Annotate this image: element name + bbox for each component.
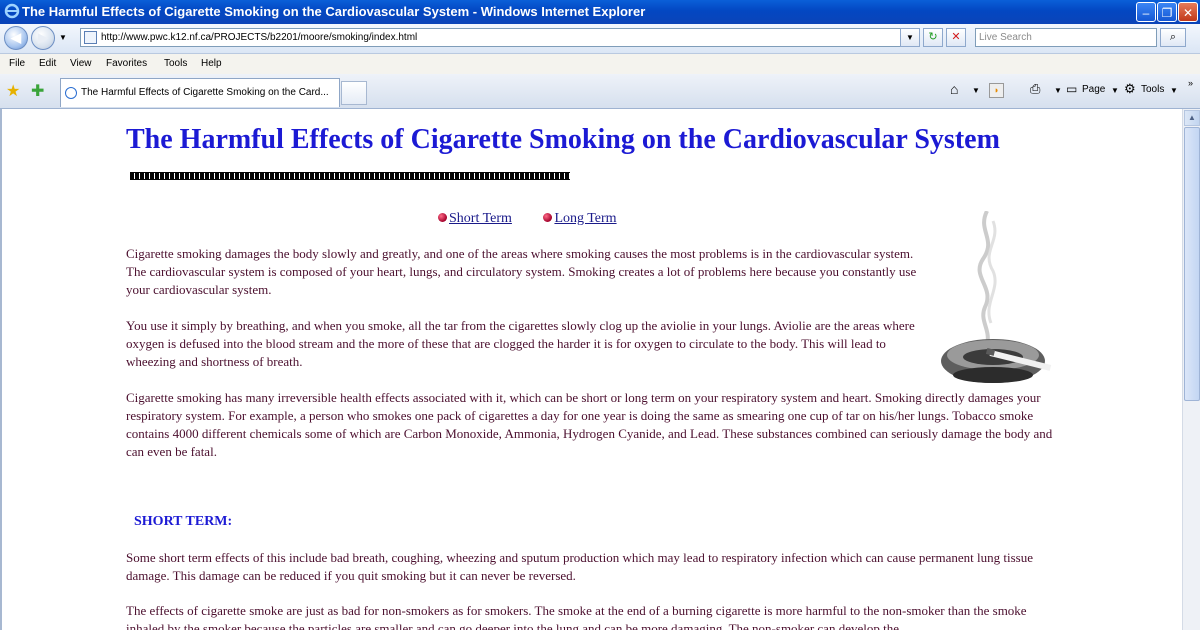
favorites-star-icon[interactable]: ★ <box>6 81 20 101</box>
decorative-divider <box>130 171 570 180</box>
search-input[interactable]: Live Search <box>975 28 1157 47</box>
tab-bar: ★ ✚ The Harmful Effects of Cigarette Smo… <box>0 74 1200 109</box>
gear-icon: ⚙ <box>1124 81 1136 96</box>
stop-button[interactable]: ✕ <box>946 28 966 47</box>
stop-icon: ✕ <box>951 31 961 43</box>
tools-menu-dropdown[interactable]: ▼ <box>1170 86 1178 95</box>
page-menu-button[interactable]: Page <box>1082 84 1105 95</box>
menu-view[interactable]: View <box>70 58 92 69</box>
ie-logo-icon <box>4 3 20 19</box>
tab-current[interactable]: The Harmful Effects of Cigarette Smoking… <box>60 78 340 107</box>
page-menu-dropdown[interactable]: ▼ <box>1111 86 1119 95</box>
refresh-button[interactable]: ↻ <box>923 28 943 47</box>
back-arrow-icon: ◀ <box>11 30 21 45</box>
minimize-button[interactable]: – <box>1136 2 1156 22</box>
menu-bar: File Edit View Favorites Tools Help <box>0 54 1200 74</box>
search-button[interactable]: ⌕ <box>1160 28 1186 47</box>
history-dropdown[interactable]: ▼ <box>59 33 67 42</box>
rss-icon[interactable]: ◗ <box>989 83 1004 98</box>
window-title: The Harmful Effects of Cigarette Smoking… <box>22 4 646 19</box>
paragraph-1: Cigarette smoking damages the body slowl… <box>126 246 917 297</box>
menu-help[interactable]: Help <box>201 58 222 69</box>
paragraph-3: Cigarette smoking has many irreversible … <box>126 390 1053 459</box>
tools-menu-button[interactable]: Tools <box>1141 84 1164 95</box>
forward-button[interactable]: ▶ <box>31 26 55 50</box>
menu-edit[interactable]: Edit <box>39 58 56 69</box>
link-long-term[interactable]: Long Term <box>554 211 616 226</box>
paragraph-5: The effects of cigarette smoke are just … <box>126 603 1027 630</box>
menu-tools[interactable]: Tools <box>164 58 187 69</box>
ie-tab-icon <box>65 87 77 99</box>
address-toolbar: ◀ ▶ ▼ http://www.pwc.k12.nf.ca/PROJECTS/… <box>0 24 1200 54</box>
page-menu-icon: ▭ <box>1066 82 1078 96</box>
back-button[interactable]: ◀ <box>4 26 28 50</box>
bullet-icon <box>438 213 447 222</box>
address-dropdown-button[interactable]: ▼ <box>900 28 920 47</box>
window-titlebar: The Harmful Effects of Cigarette Smoking… <box>0 0 1200 24</box>
new-tab-button[interactable] <box>341 81 367 105</box>
vertical-scrollbar[interactable]: ▲ <box>1182 109 1200 630</box>
page-icon <box>84 31 97 44</box>
search-icon: ⌕ <box>1169 31 1177 43</box>
add-favorites-icon[interactable]: ✚ <box>31 81 44 101</box>
scrollbar-thumb[interactable] <box>1184 127 1200 401</box>
page-heading: The Harmful Effects of Cigarette Smoking… <box>126 123 1006 191</box>
print-dropdown[interactable]: ▼ <box>1054 86 1062 95</box>
ashtray-image <box>941 211 1052 383</box>
menu-file[interactable]: File <box>9 58 25 69</box>
bullet-icon <box>543 213 553 222</box>
forward-arrow-icon: ▶ <box>38 30 48 45</box>
address-input[interactable]: http://www.pwc.k12.nf.ca/PROJECTS/b2201/… <box>80 28 918 47</box>
print-icon[interactable]: ⎙ <box>1030 81 1040 97</box>
section-links: Short Term Long Term <box>438 210 645 228</box>
restore-button[interactable]: ❐ <box>1157 2 1177 22</box>
tab-label: The Harmful Effects of Cigarette Smoking… <box>81 87 329 98</box>
home-dropdown[interactable]: ▼ <box>972 86 980 95</box>
refresh-icon: ↻ <box>928 31 938 43</box>
paragraph-2: You use it simply by breathing, and when… <box>126 318 915 369</box>
address-url: http://www.pwc.k12.nf.ca/PROJECTS/b2201/… <box>101 32 418 43</box>
page-viewport: The Harmful Effects of Cigarette Smoking… <box>0 109 1182 630</box>
section-heading-short-term: SHORT TERM: <box>134 514 233 529</box>
menu-favorites[interactable]: Favorites <box>106 58 147 69</box>
close-button[interactable]: ✕ <box>1178 2 1198 22</box>
home-icon[interactable]: ⌂ <box>950 81 958 97</box>
scroll-up-button[interactable]: ▲ <box>1184 110 1200 126</box>
paragraph-4: Some short term effects of this include … <box>126 550 1033 583</box>
toolbar-chevron-icon[interactable]: » <box>1188 78 1193 88</box>
search-placeholder: Live Search <box>979 32 1032 43</box>
page-heading-text: The Harmful Effects of Cigarette Smoking… <box>126 124 1000 155</box>
link-short-term[interactable]: Short Term <box>449 211 512 226</box>
